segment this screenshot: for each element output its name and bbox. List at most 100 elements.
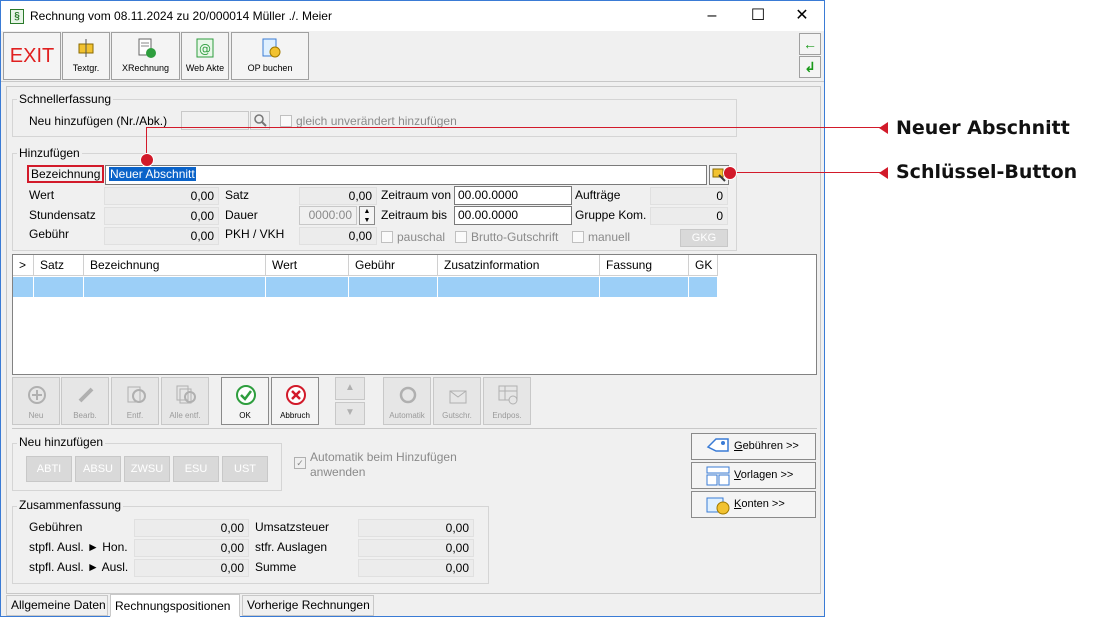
table-cell[interactable]: [84, 277, 266, 297]
zeitraum-von-label: Zeitraum von: [381, 188, 452, 202]
bearb-button[interactable]: Bearb.: [61, 377, 109, 425]
table-cell[interactable]: [266, 277, 349, 297]
gleich-label: gleich unverändert hinzufügen: [296, 114, 457, 128]
col-header-bezeichnung[interactable]: Bezeichnung: [84, 255, 266, 276]
schnellerfassung-title: Schnellerfassung: [17, 92, 114, 106]
arrow-return-icon[interactable]: ↲: [799, 56, 821, 78]
table-cell[interactable]: [13, 277, 34, 297]
callout-dot-neuer: [140, 153, 154, 167]
callout-arrow-schluessel: [879, 167, 888, 179]
title-bar: § Rechnung vom 08.11.2024 zu 20/000014 M…: [1, 1, 824, 31]
callout-neuer-abschnitt: Neuer Abschnitt: [896, 117, 1070, 139]
op-buchen-button[interactable]: OP buchen: [231, 32, 309, 80]
automatik-button[interactable]: Automatik: [383, 377, 431, 425]
gebuehren-button[interactable]: Gebühren >>: [691, 433, 816, 460]
brutto-checkbox[interactable]: [455, 231, 467, 243]
col-header-fassung[interactable]: Fassung: [600, 255, 689, 276]
zusammenfassung-title: Zusammenfassung: [17, 498, 124, 512]
gutschr-button[interactable]: Gutschr.: [433, 377, 481, 425]
table-cell[interactable]: [438, 277, 600, 297]
bearb-label: Bearb.: [73, 411, 97, 420]
web-akte-icon: @: [196, 38, 214, 58]
neu-button[interactable]: Neu: [12, 377, 60, 425]
tab-allgemeine-daten[interactable]: Allgemeine Daten: [6, 595, 108, 616]
konten-label: Konten >>: [734, 498, 785, 510]
summe-field: 0,00: [358, 559, 474, 577]
dauer-label: Dauer: [225, 208, 258, 222]
endpos-button[interactable]: Endpos.: [483, 377, 531, 425]
dauer-input[interactable]: 0000:00: [299, 206, 357, 225]
absu-button[interactable]: ABSU: [75, 456, 121, 482]
callout-dot-schluessel: [723, 166, 737, 180]
delete-all-icon: [176, 385, 196, 404]
table-cell[interactable]: [349, 277, 438, 297]
esu-button[interactable]: ESU: [173, 456, 219, 482]
positions-table[interactable]: > Satz Bezeichnung Wert Gebühr Zusatzinf…: [12, 254, 817, 375]
table-row-selected[interactable]: [13, 277, 718, 297]
col-header-gk[interactable]: GK: [689, 255, 718, 276]
zeitraum-von-input[interactable]: 00.00.0000: [454, 186, 572, 205]
pencil-icon: [78, 387, 94, 403]
col-header-wert[interactable]: Wert: [266, 255, 349, 276]
stfr-auslagen-label: stfr. Auslagen: [255, 540, 328, 554]
col-header-zusatzinformation[interactable]: Zusatzinformation: [438, 255, 600, 276]
bezeichnung-label: Bezeichnung: [27, 165, 105, 183]
neu-hinzufuegen-title: Neu hinzufügen: [17, 435, 106, 449]
alle-entf-label: Alle entf.: [169, 411, 201, 420]
auftraege-field: 0: [650, 187, 728, 205]
vorlagen-button[interactable]: Vorlagen >>: [691, 462, 816, 489]
tab-rechnungspositionen[interactable]: Rechnungspositionen: [110, 594, 240, 617]
xrechnung-button[interactable]: XRechnung: [111, 32, 180, 80]
neu-hinzufuegen-nr-label: Neu hinzufügen (Nr./Abk.): [29, 114, 168, 128]
close-button[interactable]: ✕: [779, 1, 825, 31]
alle-entf-button[interactable]: Alle entf.: [161, 377, 209, 425]
manuell-checkbox[interactable]: [572, 231, 584, 243]
entf-button[interactable]: Entf.: [111, 377, 159, 425]
zeitraum-bis-input[interactable]: 00.00.0000: [454, 206, 572, 225]
divider: [12, 428, 817, 429]
col-header-gebuehr[interactable]: Gebühr: [349, 255, 438, 276]
dauer-spinner[interactable]: ▲ ▼: [359, 206, 375, 225]
col-header-satz[interactable]: Satz: [34, 255, 84, 276]
zwsu-button[interactable]: ZWSU: [124, 456, 170, 482]
table-cell[interactable]: [34, 277, 84, 297]
table-cell[interactable]: [689, 277, 718, 297]
pauschal-checkbox[interactable]: [381, 231, 393, 243]
umsatzsteuer-field: 0,00: [358, 519, 474, 537]
cancel-icon: [286, 385, 306, 405]
web-akte-label: Web Akte: [185, 63, 225, 73]
textgr-button[interactable]: Textgr.: [62, 32, 110, 80]
endpos-label: Endpos.: [492, 411, 522, 420]
tab-vorherige-rechnungen[interactable]: Vorherige Rechnungen: [242, 595, 374, 616]
manuell-label: manuell: [588, 230, 631, 244]
exit-button[interactable]: EXIT: [3, 32, 61, 80]
maximize-button[interactable]: ☐: [735, 1, 781, 31]
abti-button[interactable]: ABTI: [26, 456, 72, 482]
abbruch-label: Abbruch: [280, 411, 310, 420]
col-header-marker[interactable]: >: [13, 255, 34, 276]
konten-button[interactable]: Konten >>: [691, 491, 816, 518]
konten-icon: [706, 497, 730, 515]
satz-label: Satz: [225, 188, 250, 202]
text-block-icon: [78, 39, 94, 57]
zeitraum-bis-label: Zeitraum bis: [381, 208, 448, 222]
table-cell[interactable]: [600, 277, 689, 297]
gebuehr-field: 0,00: [104, 227, 219, 245]
ust-button[interactable]: UST: [222, 456, 268, 482]
arrow-left-icon[interactable]: ←: [799, 33, 821, 55]
callout-line-schluessel: [730, 172, 883, 173]
table-header: > Satz Bezeichnung Wert Gebühr Zusatzinf…: [13, 255, 718, 276]
invoice-window: § Rechnung vom 08.11.2024 zu 20/000014 M…: [0, 0, 825, 617]
gkg-button[interactable]: GKG: [680, 229, 728, 247]
ok-button[interactable]: OK: [221, 377, 269, 425]
abbruch-button[interactable]: Abbruch: [271, 377, 319, 425]
summe-label: Summe: [255, 560, 297, 574]
move-down-button[interactable]: ▼: [335, 402, 365, 425]
minimize-button[interactable]: –: [689, 1, 735, 31]
move-up-button[interactable]: ▲: [335, 377, 365, 400]
gleich-checkbox[interactable]: [280, 115, 292, 127]
automatik-checkbox[interactable]: ✓: [294, 457, 306, 469]
web-akte-button[interactable]: @ Web Akte: [181, 32, 229, 80]
bezeichnung-input[interactable]: Neuer Abschnitt: [105, 165, 707, 185]
automatik-label-2: anwenden: [310, 465, 366, 479]
